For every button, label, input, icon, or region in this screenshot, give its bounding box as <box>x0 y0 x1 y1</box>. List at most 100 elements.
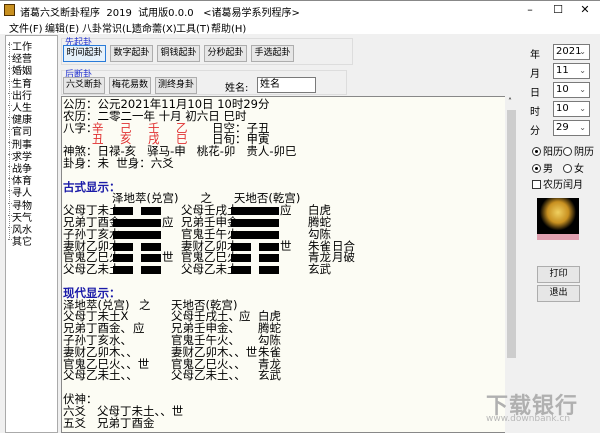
qigua-button[interactable]: 分秒起卦 <box>204 45 247 62</box>
maximize-button[interactable]: ☐ <box>544 2 572 18</box>
radio-icon[interactable] <box>563 164 572 173</box>
ancient-bar-changed-yin <box>231 254 251 263</box>
gender-male-radio[interactable]: 男 <box>532 160 553 175</box>
menu-item[interactable]: 遗命薷(X) <box>132 20 177 35</box>
gender-female-radio[interactable]: 女 <box>563 160 584 175</box>
ancient-bar-original-yin <box>113 254 133 263</box>
select-value: 11 <box>556 65 569 76</box>
chevron-down-icon: ⌄ <box>579 104 586 113</box>
calendar-solar-radio[interactable]: 阳历 <box>532 143 563 158</box>
option-label: 阴历 <box>574 147 594 158</box>
ancient-bar-original-yang <box>113 230 161 239</box>
date-select-4[interactable]: 29 ⌄ <box>553 120 590 136</box>
radio-icon[interactable] <box>532 147 541 156</box>
modern-marker-changed: 应 <box>239 309 251 324</box>
name-input[interactable]: 姓名 <box>257 77 316 93</box>
option-label: 男 <box>543 164 553 175</box>
qigua-button[interactable]: 手选起卦 <box>251 45 294 62</box>
date-label-4: 分 <box>530 126 540 137</box>
date-select-1[interactable]: 11 ⌄ <box>553 63 590 79</box>
ancient-bar-original-yin <box>113 207 133 216</box>
ancient-bar-changed-yin <box>231 242 251 251</box>
ancient-marker-changed: 世 <box>280 238 292 253</box>
ancient-bar-original-yin <box>141 266 161 275</box>
buddha-image <box>537 198 579 240</box>
chevron-down-icon: ⌄ <box>579 66 586 75</box>
exit-button[interactable]: 退出 <box>537 285 580 302</box>
ancient-extra: 月破 <box>332 250 355 265</box>
minimize-button[interactable]: – <box>516 2 544 18</box>
menu-item[interactable]: 编辑(E) <box>45 20 79 35</box>
ancient-bar-changed-yin <box>231 266 251 275</box>
select-value: 10 <box>556 103 569 114</box>
calendar-lunar-radio[interactable]: 阴历 <box>563 143 594 158</box>
ancient-bar-original-yin <box>141 254 161 263</box>
result-text-area[interactable]: 公历：公元2021年11月10日 10时29分 农历：二零二一年 十月 初六日 巳… <box>61 96 506 433</box>
leap-month-checkbox[interactable]: 农历闰月 <box>532 176 583 191</box>
watermark-url: www.downbank.cn <box>486 414 571 424</box>
qigua-button[interactable]: 铜钱起卦 <box>157 45 200 62</box>
window-title: 诸葛六爻断卦程序 2019 试用版0.0.0 <诸葛易学系列程序> <box>20 8 300 19</box>
scrollbar-thumb[interactable] <box>507 110 516 358</box>
ancient-bar-original-yang <box>113 219 161 227</box>
menu-item[interactable]: 帮助(H) <box>211 20 246 35</box>
ancient-line-label-changed: 父母乙未土 <box>181 262 239 277</box>
modern-line-changed: 父母乙未土、、 <box>171 368 246 383</box>
ancient-bar-original-yin <box>113 266 133 275</box>
ancient-bar-changed-yang <box>231 207 279 216</box>
ancient-bar-original-yin <box>141 207 161 216</box>
ancient-bar-changed-yang <box>231 230 279 239</box>
ancient-bar-changed-yin <box>259 254 279 263</box>
ancient-line-label: 父母乙未土 <box>63 262 121 277</box>
select-value: 10 <box>556 84 569 95</box>
qigua-button[interactable]: 时间起卦 <box>63 45 106 62</box>
option-label: 阳历 <box>543 147 563 158</box>
select-value: 2021 <box>556 46 582 57</box>
menu-item[interactable]: 工具(T) <box>176 20 210 35</box>
title-bar: 诸葛六爻断卦程序 2019 试用版0.0.0 <诸葛易学系列程序> – ☐ ✕ <box>0 0 600 19</box>
date-select-2[interactable]: 10 ⌄ <box>553 82 590 98</box>
menu-item[interactable]: 文件(F) <box>9 20 43 35</box>
option-label: 农历闰月 <box>543 180 583 191</box>
date-label-3: 时 <box>530 107 540 118</box>
ancient-bar-changed-yin <box>259 242 279 251</box>
name-label: 姓名: <box>225 83 249 94</box>
date-label-0: 年 <box>530 50 540 61</box>
chevron-down-icon: ⌄ <box>579 85 586 94</box>
six-god: 玄武 <box>258 368 281 383</box>
chevron-down-icon: ⌄ <box>579 47 586 56</box>
ancient-bar-changed-yang <box>231 219 279 227</box>
guashen-line: 卦身：未 世身：六爻 <box>63 156 174 170</box>
category-tree[interactable]: 工作 经营 婚姻 生育 出行 人生 健康 官司 刑事 求学 战争 体育 寻人 寻物 天气 风水 其它 <box>5 35 58 433</box>
tree-item[interactable]: 其它 <box>8 233 32 248</box>
modern-line: 父母乙未土、、 <box>63 368 138 383</box>
six-god: 玄武 <box>308 262 331 277</box>
checkbox-icon[interactable] <box>532 180 541 189</box>
date-label-2: 日 <box>530 88 540 99</box>
ancient-bar-original-yin <box>113 242 133 251</box>
ancient-bar-original-yin <box>141 242 161 251</box>
select-value: 29 <box>556 122 569 133</box>
ancient-marker: 应 <box>162 215 174 229</box>
duangua-button[interactable]: 梅花易数 <box>109 77 151 94</box>
ancient-marker-changed: 应 <box>280 203 292 218</box>
date-label-1: 月 <box>530 69 540 80</box>
radio-icon[interactable] <box>532 164 541 173</box>
qigua-button[interactable]: 数字起卦 <box>110 45 153 62</box>
modern-zhi: 之 <box>139 297 151 312</box>
duangua-button[interactable]: 六爻断卦 <box>63 77 105 94</box>
duangua-button[interactable]: 测终身卦 <box>155 77 197 94</box>
scroll-up-icon[interactable]: ˄ <box>508 97 512 106</box>
radio-icon[interactable] <box>563 147 572 156</box>
date-select-3[interactable]: 10 ⌄ <box>553 101 590 117</box>
ancient-bar-changed-yin <box>259 266 279 275</box>
close-button[interactable]: ✕ <box>571 2 599 18</box>
ancient-marker: 世 <box>162 250 174 265</box>
date-select-0[interactable]: 2021 ⌄ <box>553 44 590 60</box>
option-label: 女 <box>574 164 584 175</box>
print-button[interactable]: 打印 <box>537 266 580 283</box>
app-icon <box>4 4 15 16</box>
menu-item[interactable]: 八卦常识(L) <box>82 20 135 35</box>
fushen-line: 五爻 兄弟丁酉金 <box>63 415 155 430</box>
chevron-down-icon: ⌄ <box>579 123 586 132</box>
